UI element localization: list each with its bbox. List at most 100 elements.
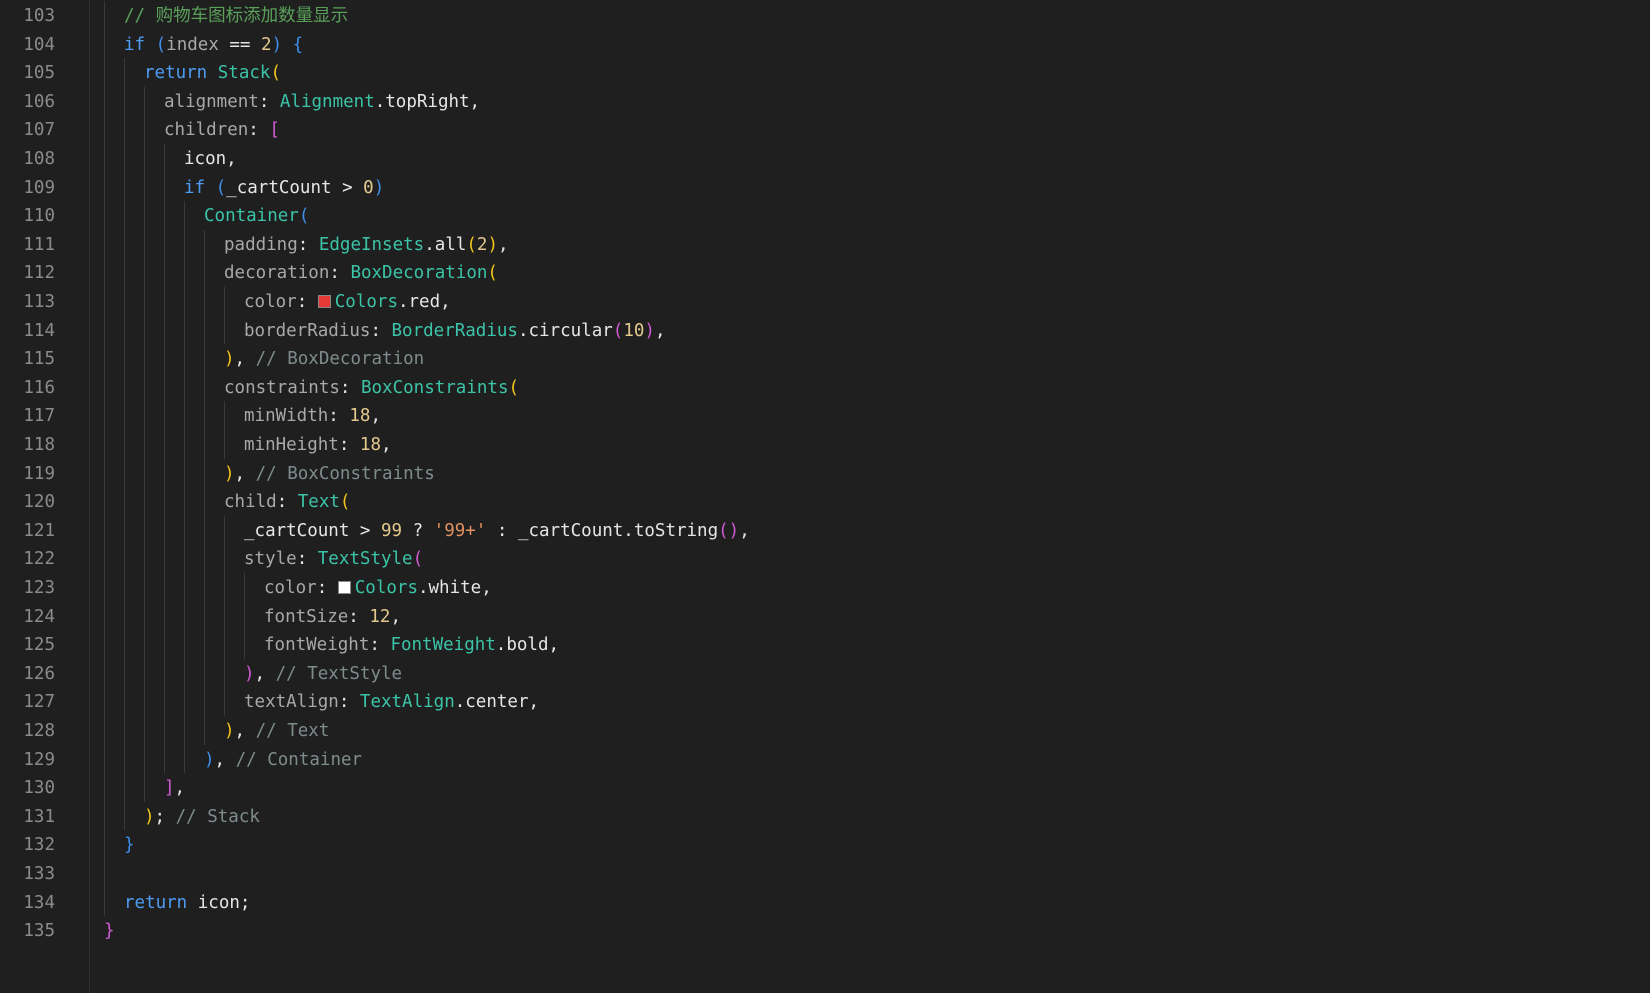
code-token: // BoxConstraints (255, 463, 435, 484)
code-line[interactable]: 127 textAlign: TextAlign.center, (0, 687, 1650, 717)
code-line[interactable]: 119), // BoxConstraints (0, 459, 1650, 489)
code-token: 18 (349, 406, 371, 427)
color-swatch-icon[interactable] (317, 295, 331, 308)
code-line[interactable]: 111 padding: EdgeInsets.all(2), (0, 230, 1650, 260)
code-line[interactable]: 115), // BoxDecoration (0, 344, 1650, 374)
code-token: : (296, 549, 318, 570)
code-line[interactable]: 116 constraints: BoxConstraints( (0, 373, 1650, 403)
code-line[interactable]: 121 _cartCount > 99 ? '99+' : _cartCount.… (0, 516, 1650, 546)
code-line[interactable]: 124 fontSize: 12, (0, 602, 1650, 632)
code-editor[interactable]: 103// 购物车图标添加数量显示 104 if (index == 2) {105… (0, 0, 1650, 993)
code-line[interactable]: 112 decoration: BoxDecoration( (0, 258, 1650, 288)
code-token: ) (244, 663, 255, 684)
code-line[interactable]: 120 child: Text( (0, 487, 1650, 517)
code-line[interactable]: 118 minHeight: 18, (0, 430, 1650, 460)
code-line[interactable]: 104 if (index == 2) { (0, 30, 1650, 60)
code-token: 0 (363, 177, 374, 198)
code-text: children: [ (164, 115, 280, 145)
code-token: , (254, 663, 276, 684)
code-text: ), // Container (204, 745, 362, 775)
code-line[interactable]: 103 // 购物车图标添加数量显示 (0, 1, 1650, 31)
code-token: minWidth (244, 406, 329, 427)
code-text: icon, (184, 144, 237, 174)
code-line[interactable]: 107 children: [ (0, 115, 1650, 145)
code-token: : (297, 234, 319, 255)
code-text: return icon; (124, 888, 250, 918)
code-token: ( (466, 234, 477, 255)
code-token: ) (373, 177, 385, 198)
code-token: , (234, 463, 256, 484)
code-line[interactable]: 131); // Stack (0, 802, 1650, 832)
code-token: ) (487, 234, 498, 255)
code-line[interactable]: 113 color: Colors.red, (0, 287, 1650, 317)
code-token: 2 (261, 34, 272, 55)
code-text: minHeight: 18, (244, 430, 392, 460)
code-line[interactable]: 105 return Stack( (0, 58, 1650, 88)
code-token: .bold, (495, 635, 560, 656)
line-number: 109 (23, 177, 55, 198)
code-token: // Stack (175, 806, 260, 827)
code-token: ( (215, 177, 227, 198)
code-token: .circular (517, 320, 613, 341)
code-token: // Text (255, 721, 330, 741)
code-line[interactable]: 130], (0, 773, 1650, 803)
code-text: minWidth: 18, (244, 401, 381, 431)
code-token: ) (224, 349, 235, 370)
code-token: return (124, 892, 188, 913)
code-token: children (164, 120, 249, 141)
color-swatch-icon[interactable] (337, 581, 351, 594)
code-token: , (654, 320, 666, 341)
code-token: : (248, 120, 270, 141)
line-number: 135 (23, 921, 55, 942)
code-line[interactable]: 106 alignment: Alignment.topRight, (0, 87, 1650, 117)
code-line[interactable]: 134 return icon; (0, 888, 1650, 918)
code-line[interactable]: 129 ), // Container (0, 745, 1650, 775)
code-line[interactable]: 109 if (_cartCount > 0) (0, 173, 1650, 203)
code-token: 2 (476, 234, 488, 255)
code-token: : (338, 435, 360, 455)
line-number: 121 (23, 520, 55, 541)
code-token: fontWeight (264, 635, 370, 656)
code-text: } (104, 916, 115, 946)
code-line[interactable]: 126), // TextStyle (0, 659, 1650, 689)
code-token: .white, (417, 578, 492, 598)
code-token: == (218, 34, 262, 55)
code-text: color: Colors.red, (244, 287, 451, 317)
code-text: fontSize: 12, (264, 602, 401, 632)
code-token: ( (155, 34, 167, 55)
line-number: 129 (23, 749, 55, 770)
code-token: Alignment (279, 91, 375, 112)
code-line[interactable]: 117 minWidth: 18, (0, 401, 1650, 431)
code-line[interactable]: 110 Container( (0, 201, 1650, 231)
code-token: () (718, 520, 740, 541)
code-line[interactable]: 122 style: TextStyle( (0, 544, 1650, 574)
line-number: 108 (23, 149, 55, 169)
code-token: ( (270, 63, 281, 84)
code-line[interactable]: 132} (0, 830, 1650, 860)
code-text: ), // Text (224, 716, 329, 746)
line-number: 133 (23, 864, 55, 884)
code-token: , (739, 520, 750, 541)
code-token: ) (271, 34, 283, 55)
line-number: 125 (23, 635, 55, 656)
code-line[interactable]: 135} (0, 916, 1650, 946)
code-token: : (348, 606, 370, 627)
code-line[interactable]: 128), // Text (0, 716, 1650, 746)
code-token: : _cartCount.toString (486, 520, 719, 541)
code-line[interactable]: 114 borderRadius: BorderRadius.circular(1… (0, 316, 1650, 346)
code-token: BoxConstraints (360, 377, 509, 398)
line-number: 117 (23, 406, 55, 427)
code-token: ( (298, 206, 310, 227)
code-line[interactable]: 125 fontWeight: FontWeight.bold, (0, 630, 1650, 660)
code-line[interactable]: 108 icon, (0, 144, 1650, 174)
code-text: Container( (204, 201, 309, 231)
code-token: BoxDecoration (350, 263, 488, 284)
code-token: color (264, 578, 317, 598)
code-token: color (244, 292, 297, 312)
code-line[interactable]: 123 color: Colors.white, (0, 573, 1650, 603)
code-token: ) (204, 749, 215, 770)
code-line[interactable]: 133 (0, 859, 1650, 889)
line-number: 122 (23, 549, 55, 570)
